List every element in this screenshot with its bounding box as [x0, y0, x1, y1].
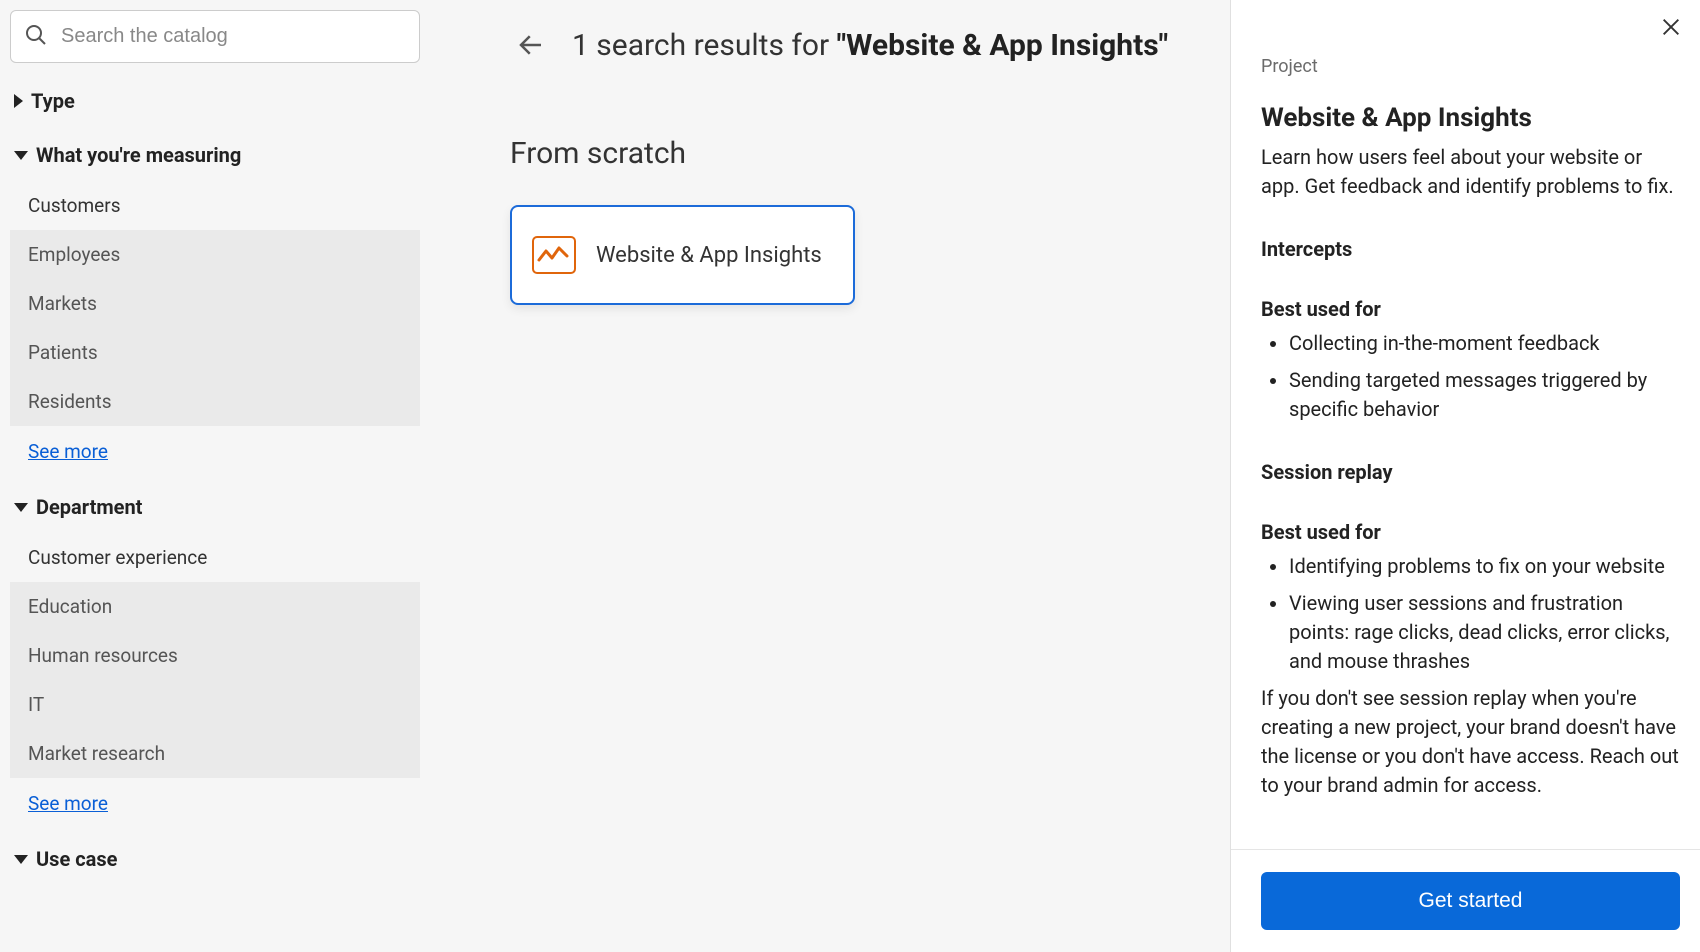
- chevron-right-icon: [14, 94, 23, 108]
- filter-item[interactable]: Customer experience: [10, 533, 420, 582]
- chevron-down-icon: [14, 151, 28, 160]
- filter-header-usecase[interactable]: Use case: [10, 841, 420, 877]
- filter-section-usecase: Use case: [10, 841, 420, 877]
- filter-section-type: Type: [10, 83, 420, 119]
- filter-item[interactable]: Markets: [10, 279, 420, 328]
- close-button[interactable]: [1656, 12, 1686, 46]
- filter-item[interactable]: Education: [10, 582, 420, 631]
- filter-items-measuring: Customers Employees Markets Patients Res…: [10, 181, 420, 426]
- main-content: 1 search results for "Website & App Insi…: [430, 0, 1230, 952]
- filter-item[interactable]: Customers: [10, 181, 420, 230]
- filter-items-department: Customer experience Education Human reso…: [10, 533, 420, 778]
- panel-title: Website & App Insights: [1261, 103, 1680, 133]
- panel-subheading-best-used-for: Best used for: [1261, 520, 1680, 544]
- sidebar: Type What you're measuring Customers Emp…: [0, 0, 430, 952]
- results-prefix: 1 search results for: [572, 28, 837, 63]
- panel-body: Project Website & App Insights Learn how…: [1231, 0, 1700, 849]
- results-title: 1 search results for "Website & App Insi…: [572, 28, 1168, 63]
- panel-list-intercepts: Collecting in-the-moment feedback Sendin…: [1261, 329, 1680, 424]
- see-more-link[interactable]: See more: [28, 792, 108, 815]
- panel-heading-intercepts: Intercepts: [1261, 237, 1680, 261]
- result-card-label: Website & App Insights: [596, 243, 822, 268]
- chevron-down-icon: [14, 503, 28, 512]
- panel-subheading-best-used-for: Best used for: [1261, 297, 1680, 321]
- panel-list-session-replay: Identifying problems to fix on your webs…: [1261, 552, 1680, 676]
- filter-section-measuring: What you're measuring Customers Employee…: [10, 137, 420, 471]
- filter-section-department: Department Customer experience Education…: [10, 489, 420, 823]
- chevron-down-icon: [14, 855, 28, 864]
- filter-header-type[interactable]: Type: [10, 83, 420, 119]
- close-icon: [1660, 16, 1682, 38]
- filter-header-label: Type: [31, 89, 75, 113]
- filter-header-measuring[interactable]: What you're measuring: [10, 137, 420, 173]
- see-more-link[interactable]: See more: [28, 440, 108, 463]
- back-button[interactable]: [510, 24, 552, 66]
- filter-item[interactable]: Market research: [10, 729, 420, 778]
- filter-header-department[interactable]: Department: [10, 489, 420, 525]
- filter-header-label: What you're measuring: [36, 143, 241, 167]
- detail-panel: Project Website & App Insights Learn how…: [1230, 0, 1700, 952]
- filter-item[interactable]: Residents: [10, 377, 420, 426]
- filter-item[interactable]: Patients: [10, 328, 420, 377]
- website-insights-icon: [532, 236, 576, 274]
- list-item: Viewing user sessions and frustration po…: [1289, 589, 1680, 676]
- filter-item[interactable]: Human resources: [10, 631, 420, 680]
- list-item: Collecting in-the-moment feedback: [1289, 329, 1680, 358]
- search-input[interactable]: [10, 10, 420, 63]
- panel-eyebrow: Project: [1261, 56, 1680, 77]
- section-heading-from-scratch: From scratch: [510, 136, 1170, 171]
- results-header: 1 search results for "Website & App Insi…: [510, 24, 1170, 66]
- panel-note: If you don't see session replay when you…: [1261, 684, 1680, 800]
- get-started-button[interactable]: Get started: [1261, 872, 1680, 930]
- panel-footer: Get started: [1231, 849, 1700, 952]
- filter-header-label: Use case: [36, 847, 117, 871]
- search-icon: [24, 23, 48, 51]
- filter-item[interactable]: IT: [10, 680, 420, 729]
- filter-item[interactable]: Employees: [10, 230, 420, 279]
- panel-heading-session-replay: Session replay: [1261, 460, 1680, 484]
- search-wrapper: [10, 10, 420, 63]
- panel-description: Learn how users feel about your website …: [1261, 143, 1680, 201]
- result-card-website-app-insights[interactable]: Website & App Insights: [510, 205, 855, 305]
- arrow-left-icon: [516, 30, 546, 60]
- filter-header-label: Department: [36, 495, 142, 519]
- list-item: Identifying problems to fix on your webs…: [1289, 552, 1680, 581]
- results-query: "Website & App Insights": [837, 28, 1169, 63]
- list-item: Sending targeted messages triggered by s…: [1289, 366, 1680, 424]
